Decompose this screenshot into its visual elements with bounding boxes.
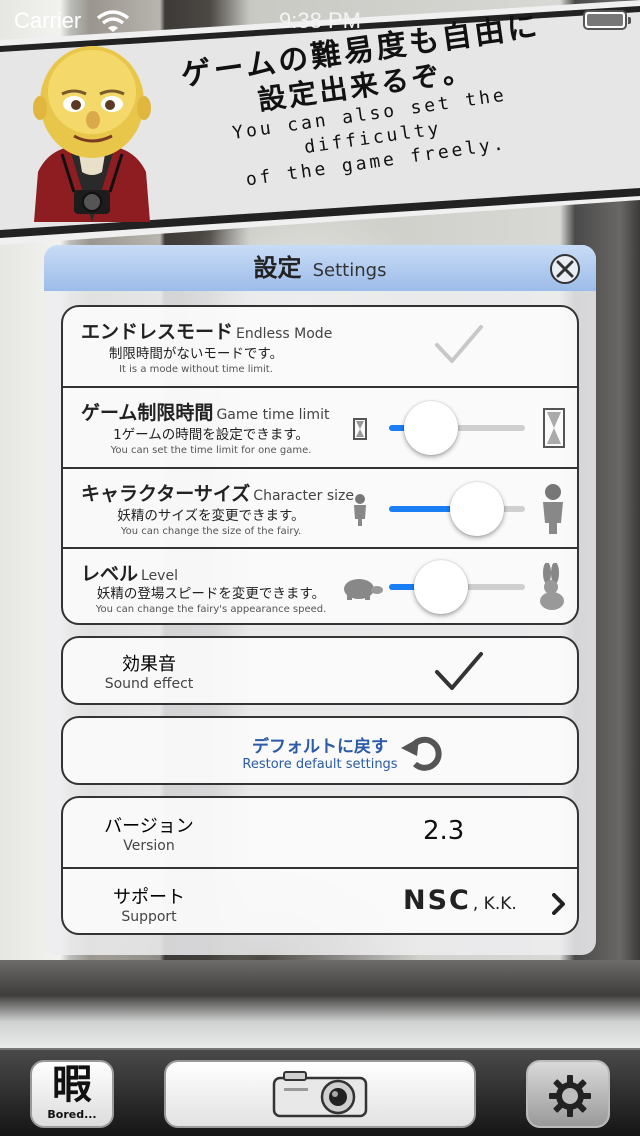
camera-icon bbox=[272, 1071, 368, 1118]
game-time-limit-slider[interactable] bbox=[389, 398, 525, 458]
rabbit-icon bbox=[540, 563, 564, 610]
sound-effect-checkmark-icon[interactable] bbox=[433, 650, 485, 694]
chevron-right-icon[interactable] bbox=[551, 893, 567, 915]
support-company: NSC bbox=[403, 885, 471, 916]
fairy-small-icon bbox=[354, 494, 366, 526]
level-title: レベル Level bbox=[81, 559, 178, 586]
game-time-limit-desc-jp: 1ゲームの時間を設定できます。 bbox=[113, 427, 309, 443]
game-time-limit-title-en: Game time limit bbox=[216, 407, 330, 423]
level-title-jp: レベル bbox=[81, 563, 139, 585]
endless-mode-desc-jp: 制限時間がないモードです。 bbox=[108, 346, 284, 362]
level-desc-en: You can change the fairy's appearance sp… bbox=[95, 604, 327, 615]
version-label: バージョン Version bbox=[101, 812, 197, 854]
game-time-limit-row: ゲーム制限時間 Game time limit 1ゲームの時間を設定できます。 Y… bbox=[63, 386, 577, 467]
support-row[interactable]: サポート Support NSC, K.K. bbox=[63, 867, 577, 933]
restore-defaults-label-jp: デフォルトに戻す bbox=[252, 737, 388, 757]
game-settings-group: エンドレスモード Endless Mode 制限時間がないモードです。 It is… bbox=[61, 305, 579, 625]
character-size-desc: 妖精のサイズを変更できます。 You can change the size o… bbox=[81, 507, 341, 539]
restore-defaults-label-en: Restore default settings bbox=[242, 757, 398, 772]
character-size-title-jp: キャラクターサイズ bbox=[81, 483, 251, 505]
support-label-en: Support bbox=[121, 909, 177, 925]
settings-panel: 設定 Settings エンドレスモード Endless Mode 制限時間がない… bbox=[44, 245, 596, 955]
level-desc: 妖精の登場スピードを変更できます。 You can change the fai… bbox=[81, 585, 341, 617]
character-size-title: キャラクターサイズ Character size bbox=[81, 479, 354, 506]
camera-button[interactable] bbox=[164, 1060, 476, 1128]
slider-knob[interactable] bbox=[450, 482, 505, 536]
support-company-suffix: , K.K. bbox=[472, 894, 517, 914]
support-label-jp: サポート bbox=[113, 887, 185, 908]
character-size-title-en: Character size bbox=[253, 488, 355, 504]
battery-icon bbox=[583, 10, 631, 30]
close-icon bbox=[556, 260, 574, 278]
info-group: バージョン Version 2.3 サポート Support NSC, K.K. bbox=[61, 796, 579, 935]
character-size-row: キャラクターサイズ Character size 妖精のサイズを変更できます。 Y… bbox=[63, 467, 577, 547]
character-size-slider[interactable] bbox=[389, 479, 525, 539]
turtle-icon bbox=[344, 579, 383, 600]
settings-title-jp: 設定 bbox=[253, 254, 302, 282]
sound-effect-title-jp: 効果音 bbox=[122, 654, 176, 675]
version-row: バージョン Version 2.3 bbox=[63, 798, 577, 867]
endless-mode-desc-en: It is a mode without time limit. bbox=[119, 364, 273, 375]
settings-gear-button[interactable] bbox=[526, 1060, 610, 1128]
restore-arrow-icon bbox=[401, 736, 442, 771]
bottom-toolbar: 暇 Bored... bbox=[0, 1048, 640, 1136]
game-time-limit-desc-en: You can set the time limit for one game. bbox=[110, 445, 312, 456]
slider-knob[interactable] bbox=[404, 401, 459, 455]
sound-effect-title-en: Sound effect bbox=[104, 676, 194, 692]
restore-defaults-label: デフォルトに戻す Restore default settings bbox=[63, 732, 577, 772]
bored-kanji: 暇 bbox=[52, 1061, 92, 1108]
hourglass-small-icon bbox=[353, 418, 367, 440]
version-label-jp: バージョン bbox=[104, 816, 194, 837]
endless-mode-title-jp: エンドレスモード bbox=[81, 321, 234, 343]
character-size-desc-jp: 妖精のサイズを変更できます。 bbox=[117, 508, 305, 524]
bored-button[interactable]: 暇 Bored... bbox=[30, 1060, 114, 1128]
game-time-limit-title-jp: ゲーム制限時間 bbox=[81, 402, 214, 424]
level-slider[interactable] bbox=[389, 557, 525, 617]
sound-effect-label: 効果音 Sound effect bbox=[101, 650, 197, 692]
level-row: レベル Level 妖精の登場スピードを変更できます。 You can chang… bbox=[63, 547, 577, 623]
mascot-icon bbox=[33, 46, 151, 222]
settings-title-en: Settings bbox=[312, 260, 387, 281]
endless-mode-checkmark-icon[interactable] bbox=[433, 323, 485, 367]
status-time: 9:38 PM bbox=[279, 8, 361, 33]
slider-knob[interactable] bbox=[413, 560, 468, 614]
game-time-limit-title: ゲーム制限時間 Game time limit bbox=[81, 398, 329, 425]
level-desc-jp: 妖精の登場スピードを変更できます。 bbox=[96, 586, 326, 602]
sound-effect-group[interactable]: 効果音 Sound effect bbox=[61, 636, 579, 705]
bored-label: Bored... bbox=[47, 1108, 97, 1121]
endless-mode-title-en: Endless Mode bbox=[236, 326, 333, 342]
level-title-en: Level bbox=[141, 568, 178, 584]
endless-mode-title: エンドレスモード Endless Mode bbox=[81, 317, 332, 344]
support-label: サポート Support bbox=[101, 883, 197, 925]
hourglass-large-icon bbox=[543, 408, 565, 448]
fairy-large-icon bbox=[543, 484, 563, 534]
version-value: 2.3 bbox=[423, 816, 465, 846]
game-time-limit-desc: 1ゲームの時間を設定できます。 You can set the time lim… bbox=[81, 426, 341, 458]
character-size-desc-en: You can change the size of the fairy. bbox=[120, 526, 302, 537]
gear-icon bbox=[549, 1075, 591, 1117]
endless-mode-desc: 制限時間がないモードです。 It is a mode without time … bbox=[81, 345, 311, 377]
status-bar: Carrier 9:38 PM bbox=[0, 0, 640, 40]
restore-defaults-button[interactable]: デフォルトに戻す Restore default settings bbox=[61, 716, 579, 785]
version-label-en: Version bbox=[123, 838, 175, 854]
close-button[interactable] bbox=[550, 254, 580, 284]
support-value: NSC, K.K. bbox=[403, 885, 517, 916]
settings-header: 設定 Settings bbox=[44, 245, 596, 291]
background-floor bbox=[0, 960, 640, 1048]
endless-mode-row[interactable]: エンドレスモード Endless Mode 制限時間がないモードです。 It is… bbox=[63, 307, 577, 386]
